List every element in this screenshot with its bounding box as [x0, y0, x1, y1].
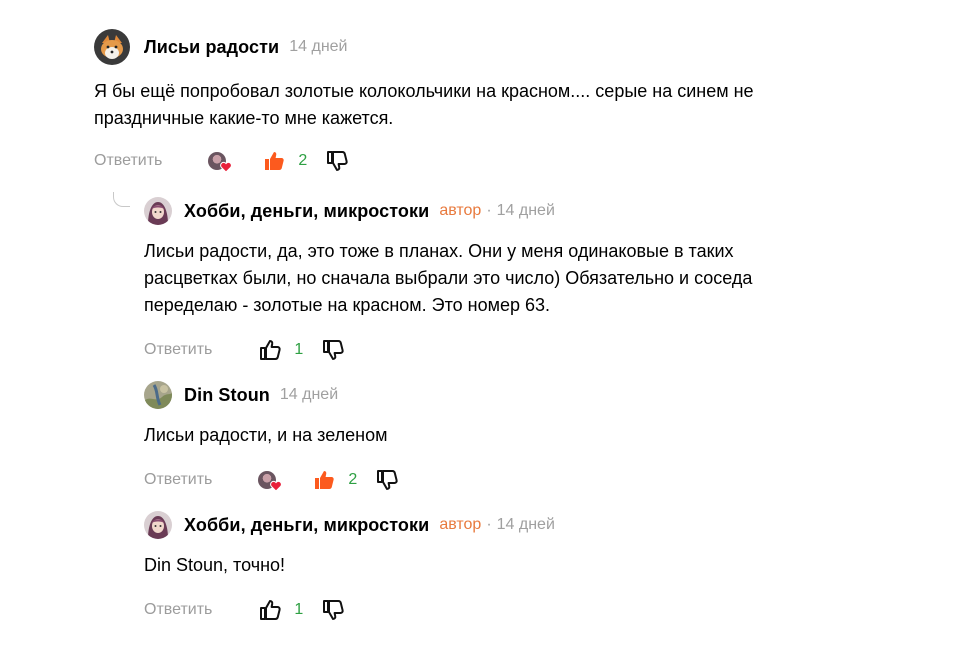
- avatar[interactable]: [144, 511, 172, 539]
- avatar[interactable]: [144, 197, 172, 225]
- comment-time: 14 дней: [279, 386, 339, 403]
- comment-actions: Ответить 1: [144, 335, 752, 365]
- comment-text: Лисьи радости, да, это тоже в планах. Он…: [144, 238, 752, 319]
- avatar[interactable]: [94, 29, 130, 65]
- votes: 1: [258, 598, 345, 622]
- thumbs-up-icon[interactable]: [262, 149, 286, 173]
- comment-meta: 14 дней: [280, 386, 338, 404]
- comment-actions: Ответить 2: [144, 465, 399, 495]
- thumbs-down-icon[interactable]: [325, 149, 349, 173]
- author-name[interactable]: Din Stoun: [184, 385, 270, 406]
- reply-button[interactable]: Ответить: [144, 471, 212, 489]
- author-badge: автор: [439, 202, 482, 219]
- like-count: 1: [294, 341, 304, 358]
- avatar[interactable]: [144, 381, 172, 409]
- comment-time: 14 дней: [496, 516, 555, 533]
- thumbs-down-icon[interactable]: [321, 598, 345, 622]
- author-name[interactable]: Хобби, деньги, микростоки: [184, 201, 429, 222]
- reactions[interactable]: [258, 471, 298, 492]
- comment: Лисьи радости 14 дней Я бы ещё попробова…: [94, 28, 754, 176]
- comment-actions: Ответить 1: [144, 595, 555, 625]
- comment-header: Хобби, деньги, микростоки автор · 14 дней: [144, 506, 555, 544]
- author-name[interactable]: Лисьи радости: [144, 37, 279, 58]
- comment-actions: Ответить 2: [94, 146, 754, 176]
- thumbs-down-icon[interactable]: [321, 338, 345, 362]
- comment-header: Лисьи радости 14 дней: [94, 28, 754, 66]
- comment-header: Хобби, деньги, микростоки автор · 14 дней: [144, 192, 752, 230]
- thread-connector: [113, 192, 130, 207]
- comment-reply: Хобби, деньги, микростоки автор · 14 дней …: [144, 506, 555, 625]
- author-name[interactable]: Хобби, деньги, микростоки: [184, 515, 429, 536]
- reaction-avatar: [258, 471, 283, 492]
- comment-text-line: переделаю - золотые на красном. Это номе…: [144, 295, 551, 315]
- like-count: 1: [294, 601, 304, 618]
- comment-text-line: Лисьи радости, и на зеленом: [144, 425, 388, 445]
- votes: 2: [262, 149, 349, 173]
- heart-icon: [270, 480, 283, 492]
- comment-meta: автор · 14 дней: [439, 202, 555, 219]
- author-badge: автор: [439, 516, 482, 533]
- comment-text: Я бы ещё попробовал золотые колокольчики…: [94, 78, 754, 132]
- votes: 2: [312, 468, 399, 492]
- votes: 1: [258, 338, 345, 362]
- reply-button[interactable]: Ответить: [144, 601, 212, 619]
- reply-button[interactable]: Ответить: [94, 152, 162, 170]
- comment-text-line: праздничные какие-то мне кажется.: [94, 108, 394, 128]
- comment-time: 14 дней: [496, 202, 555, 219]
- like-count: 2: [348, 471, 358, 488]
- comment-header: Din Stoun 14 дней: [144, 376, 399, 414]
- comment-time: 14 дней: [289, 38, 348, 55]
- comment-text-line: Din Stoun, точно!: [144, 555, 286, 575]
- comment-text-line: Лисьи радости, да, это тоже в планах. Он…: [144, 241, 734, 261]
- thumbs-up-icon[interactable]: [258, 338, 282, 362]
- comment-text-line: расцветках были, но сначала выбрали это …: [144, 268, 753, 288]
- reply-button[interactable]: Ответить: [144, 341, 212, 359]
- thumbs-down-icon[interactable]: [375, 468, 399, 492]
- comment-meta: 14 дней: [289, 38, 347, 56]
- reactions[interactable]: [208, 152, 248, 173]
- comment-meta: автор · 14 дней: [439, 516, 555, 533]
- comment-reply: Хобби, деньги, микростоки автор · 14 дней …: [144, 192, 752, 365]
- thumbs-up-icon[interactable]: [312, 468, 336, 492]
- comment-text: Лисьи радости, и на зеленом: [144, 422, 399, 449]
- thumbs-up-icon[interactable]: [258, 598, 282, 622]
- heart-icon: [220, 161, 233, 173]
- comment-text-line: Я бы ещё попробовал золотые колокольчики…: [94, 81, 754, 101]
- reaction-avatar: [208, 152, 233, 173]
- comment-text: Din Stoun, точно!: [144, 552, 555, 579]
- comment-reply: Din Stoun 14 дней Лисьи радости, и на зе…: [144, 376, 399, 495]
- like-count: 2: [298, 152, 308, 169]
